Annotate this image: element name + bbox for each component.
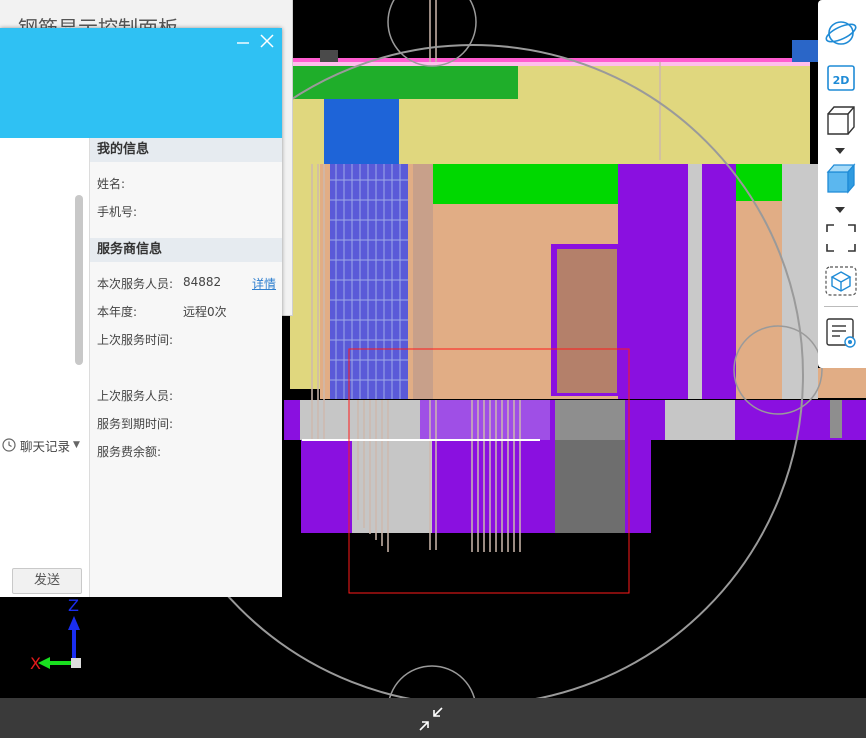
my-info-heading: 我的信息: [90, 138, 282, 162]
dropdown-arrow-icon[interactable]: [834, 147, 846, 155]
chat-scrollbar[interactable]: [75, 195, 83, 365]
clock-icon: [2, 438, 16, 452]
last-time-label: 上次服务时间:: [97, 333, 174, 347]
2d-view-icon[interactable]: 2D: [824, 62, 858, 94]
view-toolbar: 2D: [818, 0, 866, 368]
view-cube-icon[interactable]: [824, 265, 858, 297]
collapse-arrows-icon[interactable]: [416, 704, 446, 734]
3d-solid-cube-icon[interactable]: [824, 162, 858, 194]
year-label: 本年度:: [97, 305, 138, 319]
3d-wire-cube-icon[interactable]: [824, 104, 858, 136]
year-value: 远程0次: [183, 305, 227, 319]
minimize-icon[interactable]: [236, 34, 250, 50]
axis-z-label: Z: [68, 596, 79, 615]
axis-x-label: X: [30, 654, 41, 673]
info-pane: 我的信息 姓名: 手机号: 服务商信息 本次服务人员: 84882 详情 本年度…: [90, 138, 282, 597]
name-label: 姓名:: [97, 177, 126, 191]
properties-icon[interactable]: [824, 316, 858, 348]
provider-info-heading: 服务商信息: [90, 238, 282, 262]
chat-log-label: 聊天记录: [20, 438, 71, 454]
expire-label: 服务到期时间:: [97, 417, 174, 431]
orbit-icon[interactable]: [824, 16, 858, 48]
chat-header: [0, 28, 282, 138]
dropdown-arrow-icon: ▼: [73, 440, 80, 450]
fullscreen-icon[interactable]: [824, 222, 858, 254]
balance-label: 服务费余额:: [97, 445, 162, 459]
detail-link[interactable]: 详情: [252, 275, 276, 292]
send-button[interactable]: 发送: [12, 568, 82, 594]
toolbar-divider: [824, 306, 858, 307]
chat-log-button[interactable]: 聊天记录 ▼: [0, 432, 88, 458]
close-icon[interactable]: [258, 32, 276, 50]
service-chat-window: 聊天记录 ▼ 发送 我的信息 姓名: 手机号: 服务商信息 本次服务人员: 84…: [0, 28, 282, 597]
staff-value: 84882: [183, 275, 222, 289]
dropdown-arrow-icon[interactable]: [834, 206, 846, 214]
staff-label: 本次服务人员:: [97, 277, 174, 291]
chat-message-pane[interactable]: 聊天记录 ▼ 发送: [0, 138, 90, 597]
phone-label: 手机号:: [97, 205, 138, 219]
2d-view-label: 2D: [833, 74, 850, 87]
last-staff-label: 上次服务人员:: [97, 389, 174, 403]
